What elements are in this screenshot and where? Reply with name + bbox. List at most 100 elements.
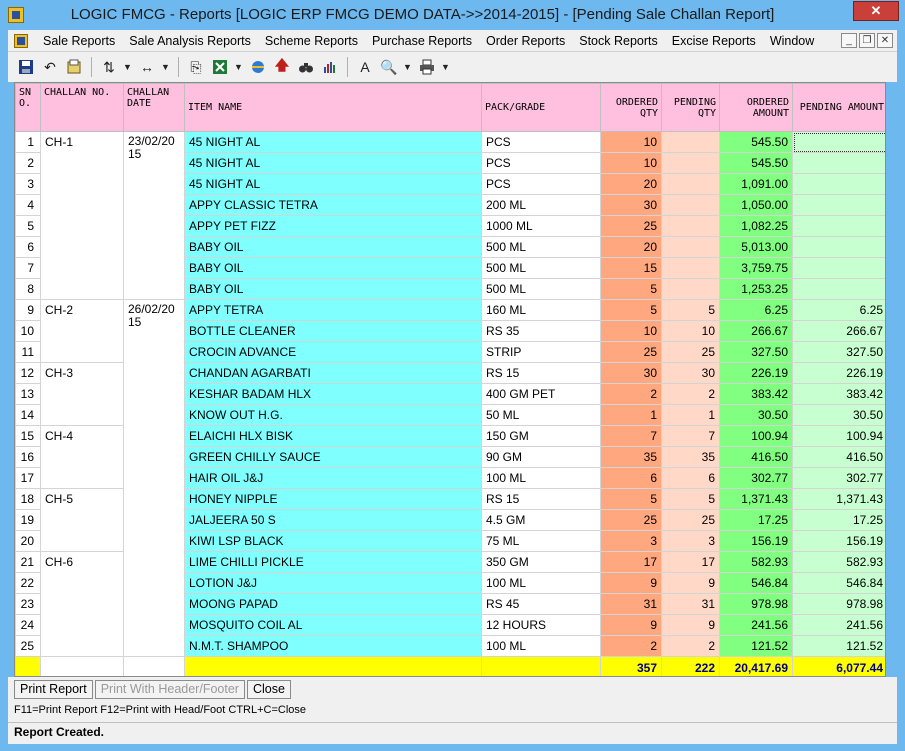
cell-item-name[interactable]: KNOW OUT H.G. <box>184 404 482 426</box>
cell-ordered-qty[interactable]: 9 <box>600 572 662 594</box>
font-icon[interactable]: A <box>355 57 375 77</box>
cell-pending-amount[interactable] <box>792 236 885 258</box>
cell-ordered-qty[interactable]: 7 <box>600 425 662 447</box>
cell-item-name[interactable]: MOSQUITO COIL AL <box>184 614 482 636</box>
cell-ordered-qty[interactable]: 25 <box>600 341 662 363</box>
menu-sale-reports[interactable]: Sale Reports <box>36 34 122 48</box>
cell-item-name[interactable]: CHANDAN AGARBATI <box>184 362 482 384</box>
cell-pack-grade[interactable]: PCS <box>481 152 601 174</box>
cell-ordered-amount[interactable]: 978.98 <box>719 593 793 615</box>
cell-challan-date[interactable]: 23/02/2015 <box>123 131 185 300</box>
cell-ordered-qty[interactable]: 9 <box>600 614 662 636</box>
cell-pack-grade[interactable]: 150 GM <box>481 425 601 447</box>
browser-icon[interactable] <box>248 57 268 77</box>
cell-sno[interactable]: 10 <box>15 320 41 342</box>
export-icon[interactable] <box>64 57 84 77</box>
cell-sno[interactable]: 6 <box>15 236 41 258</box>
col-header-pack-grade[interactable]: PACK/GRADE <box>481 83 601 132</box>
cell-item-name[interactable]: CROCIN ADVANCE <box>184 341 482 363</box>
sort-icon[interactable]: ⇅ <box>99 57 119 77</box>
table-row[interactable]: 9 CH-2 26/02/2015 APPY TETRA 160 ML 5 5 6.25 6.2… <box>15 299 885 657</box>
cell-challan-date[interactable]: 26/02/2015 <box>123 299 185 657</box>
cell-pending-qty[interactable]: 7 <box>661 425 720 447</box>
menu-window[interactable]: Window <box>763 34 821 48</box>
cell-sno[interactable]: 13 <box>15 383 41 405</box>
col-header-challan-no[interactable]: CHALLAN NO. <box>40 83 124 132</box>
cell-challan-no[interactable]: CH-2 <box>40 299 124 363</box>
cell-pending-amount[interactable] <box>792 215 885 237</box>
cell-pending-amount[interactable]: 546.84 <box>792 572 885 594</box>
cell-item-name[interactable]: JALJEERA 50 S <box>184 509 482 531</box>
cell-sno[interactable]: 17 <box>15 467 41 489</box>
cell-ordered-amount[interactable]: 416.50 <box>719 446 793 468</box>
cell-item-name[interactable]: BABY OIL <box>184 278 482 300</box>
cell-pending-qty[interactable]: 10 <box>661 320 720 342</box>
cell-sno[interactable]: 12 <box>15 362 41 384</box>
cell-pending-qty[interactable] <box>661 215 720 237</box>
cell-pending-amount[interactable] <box>792 278 885 300</box>
excel-dropdown-icon[interactable]: ▼ <box>234 62 244 72</box>
cell-sno[interactable]: 16 <box>15 446 41 468</box>
title-bar[interactable]: LOGIC FMCG - Reports [LOGIC ERP FMCG DEM… <box>0 0 905 30</box>
cell-pending-qty[interactable] <box>661 131 720 153</box>
cell-pack-grade[interactable]: 12 HOURS <box>481 614 601 636</box>
cell-ordered-amount[interactable]: 6.25 <box>719 299 793 321</box>
print-report-button[interactable]: Print Report <box>14 680 93 699</box>
cell-item-name[interactable]: KESHAR BADAM HLX <box>184 383 482 405</box>
cell-pending-amount[interactable]: 30.50 <box>792 404 885 426</box>
cell-pack-grade[interactable]: 1000 ML <box>481 215 601 237</box>
cell-pending-amount[interactable]: 416.50 <box>792 446 885 468</box>
cell-ordered-amount[interactable]: 17.25 <box>719 509 793 531</box>
cell-pack-grade[interactable]: RS 15 <box>481 488 601 510</box>
cell-pack-grade[interactable]: 400 GM PET <box>481 383 601 405</box>
cell-ordered-amount[interactable]: 546.84 <box>719 572 793 594</box>
up-arrow-icon[interactable]: 🡅 <box>272 57 292 77</box>
cell-pending-qty[interactable]: 9 <box>661 572 720 594</box>
menu-excise-reports[interactable]: Excise Reports <box>665 34 763 48</box>
cell-sno[interactable]: 3 <box>15 173 41 195</box>
col-header-item-name[interactable]: ITEM NAME <box>184 83 482 132</box>
cell-sno[interactable]: 7 <box>15 257 41 279</box>
cell-pending-amount[interactable]: 266.67 <box>792 320 885 342</box>
cell-pending-qty[interactable]: 35 <box>661 446 720 468</box>
cell-pack-grade[interactable]: PCS <box>481 173 601 195</box>
mdi-close-button[interactable]: ✕ <box>877 33 893 48</box>
cell-pending-qty[interactable]: 25 <box>661 341 720 363</box>
menu-purchase-reports[interactable]: Purchase Reports <box>365 34 479 48</box>
cell-ordered-qty[interactable]: 10 <box>600 131 662 153</box>
cell-ordered-qty[interactable]: 5 <box>600 488 662 510</box>
cell-ordered-amount[interactable]: 241.56 <box>719 614 793 636</box>
cell-pending-qty[interactable]: 5 <box>661 488 720 510</box>
cell-item-name[interactable]: HAIR OIL J&J <box>184 467 482 489</box>
cell-ordered-qty[interactable]: 30 <box>600 194 662 216</box>
cell-pending-qty[interactable]: 30 <box>661 362 720 384</box>
menu-stock-reports[interactable]: Stock Reports <box>572 34 665 48</box>
cell-sno[interactable]: 1 <box>15 131 41 153</box>
printer-dropdown-icon[interactable]: ▼ <box>441 62 451 72</box>
cell-item-name[interactable]: APPY CLASSIC TETRA <box>184 194 482 216</box>
cell-pack-grade[interactable]: 75 ML <box>481 530 601 552</box>
cell-ordered-qty[interactable]: 15 <box>600 257 662 279</box>
col-header-ordered-qty[interactable]: ORDERED QTY <box>600 83 662 132</box>
cell-ordered-qty[interactable]: 35 <box>600 446 662 468</box>
cell-sno[interactable]: 4 <box>15 194 41 216</box>
cell-pack-grade[interactable]: RS 35 <box>481 320 601 342</box>
cell-sno[interactable]: 23 <box>15 593 41 615</box>
cell-ordered-qty[interactable]: 20 <box>600 236 662 258</box>
cell-ordered-amount[interactable]: 302.77 <box>719 467 793 489</box>
cell-sno[interactable]: 15 <box>15 425 41 447</box>
excel-icon[interactable] <box>210 57 230 77</box>
cell-pending-qty[interactable]: 25 <box>661 509 720 531</box>
cell-item-name[interactable]: APPY TETRA <box>184 299 482 321</box>
cell-ordered-amount[interactable]: 30.50 <box>719 404 793 426</box>
cell-item-name[interactable]: 45 NIGHT AL <box>184 173 482 195</box>
cell-sno[interactable]: 25 <box>15 635 41 657</box>
cell-ordered-qty[interactable]: 5 <box>600 299 662 321</box>
print-preview-dropdown-icon[interactable]: ▼ <box>403 62 413 72</box>
undo-icon[interactable]: ↶ <box>40 57 60 77</box>
cell-pack-grade[interactable]: RS 15 <box>481 362 601 384</box>
cell-pending-amount[interactable]: 226.19 <box>792 362 885 384</box>
col-header-challan-date[interactable]: CHALLAN DATE <box>123 83 185 132</box>
cell-pending-amount[interactable] <box>792 194 885 216</box>
cell-ordered-qty[interactable]: 30 <box>600 362 662 384</box>
